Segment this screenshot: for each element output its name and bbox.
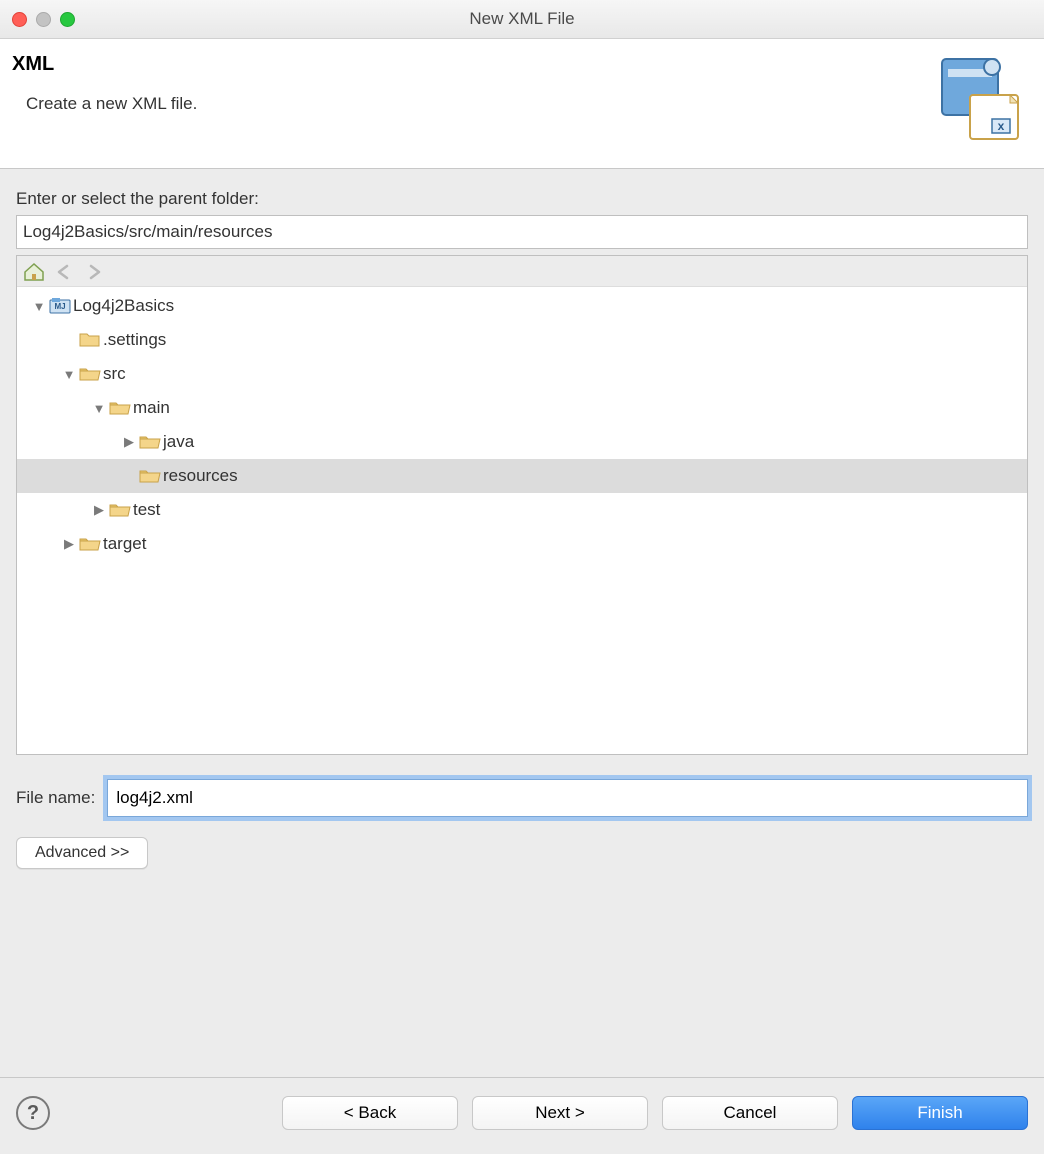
tree-node-label: target	[103, 534, 146, 554]
collapse-arrow-icon[interactable]: ▼	[31, 299, 47, 314]
tree-node[interactable]: ▶ .settings	[17, 323, 1027, 357]
folder-tree-panel: ▼MJLog4j2Basics▶.settings▼src▼main▶java▶…	[16, 255, 1028, 755]
titlebar: New XML File	[0, 0, 1044, 39]
collapse-arrow-icon[interactable]: ▼	[61, 367, 77, 382]
svg-text:x: x	[998, 119, 1005, 133]
banner-subtitle: Create a new XML file.	[26, 94, 197, 114]
advanced-button[interactable]: Advanced >>	[16, 837, 148, 869]
finish-button[interactable]: Finish	[852, 1096, 1028, 1130]
expand-arrow-icon[interactable]: ▶	[61, 536, 77, 552]
tree-nav-toolbar	[17, 256, 1027, 286]
folder-open-icon	[139, 433, 161, 451]
help-button[interactable]: ?	[16, 1096, 50, 1130]
folder-open-icon	[79, 365, 101, 383]
tree-node[interactable]: ▶ resources	[17, 459, 1027, 493]
expand-arrow-icon[interactable]: ▶	[91, 502, 107, 518]
cancel-button[interactable]: Cancel	[662, 1096, 838, 1130]
folder-icon	[79, 331, 101, 349]
file-name-input[interactable]	[107, 779, 1028, 817]
home-icon[interactable]	[21, 260, 47, 284]
next-button[interactable]: Next >	[472, 1096, 648, 1130]
forward-arrow-icon[interactable]	[81, 260, 107, 284]
back-button[interactable]: < Back	[282, 1096, 458, 1130]
wizard-content: Enter or select the parent folder: ▼ MJ Lo…	[0, 169, 1044, 1077]
tree-node-label: main	[133, 398, 170, 418]
arrow-placeholder: ▶	[121, 468, 137, 484]
folder-open-icon	[109, 501, 131, 519]
tree-node-label: .settings	[103, 330, 166, 350]
tree-node-label: Log4j2Basics	[73, 296, 174, 316]
parent-folder-label: Enter or select the parent folder:	[16, 189, 1028, 209]
tree-node-label: java	[163, 432, 194, 452]
project-icon: MJ	[49, 297, 71, 315]
tree-node-label: test	[133, 500, 160, 520]
banner-heading: XML	[12, 53, 197, 76]
tree-node[interactable]: ▶ java	[17, 425, 1027, 459]
tree-node[interactable]: ▼ MJ Log4j2Basics	[17, 289, 1027, 323]
tree-node-label: resources	[163, 466, 238, 486]
wizard-banner: XML Create a new XML file. x	[0, 39, 1044, 169]
tree-node[interactable]: ▶ test	[17, 493, 1027, 527]
tree-node-label: src	[103, 364, 126, 384]
new-xml-file-icon: x	[934, 53, 1026, 150]
svg-text:MJ: MJ	[54, 302, 65, 311]
expand-arrow-icon[interactable]: ▶	[121, 434, 137, 450]
folder-open-icon	[109, 399, 131, 417]
file-name-label: File name:	[16, 788, 95, 808]
arrow-placeholder: ▶	[61, 332, 77, 348]
window-title: New XML File	[0, 9, 1044, 29]
folder-open-icon	[139, 467, 161, 485]
collapse-arrow-icon[interactable]: ▼	[91, 401, 107, 416]
folder-open-icon	[79, 535, 101, 553]
folder-tree[interactable]: ▼MJLog4j2Basics▶.settings▼src▼main▶java▶…	[17, 286, 1027, 754]
tree-node[interactable]: ▼ main	[17, 391, 1027, 425]
tree-node[interactable]: ▼ src	[17, 357, 1027, 391]
back-arrow-icon[interactable]	[51, 260, 77, 284]
tree-node[interactable]: ▶ target	[17, 527, 1027, 561]
wizard-footer: ? < Back Next > Cancel Finish	[0, 1077, 1044, 1154]
parent-folder-input[interactable]	[16, 215, 1028, 249]
